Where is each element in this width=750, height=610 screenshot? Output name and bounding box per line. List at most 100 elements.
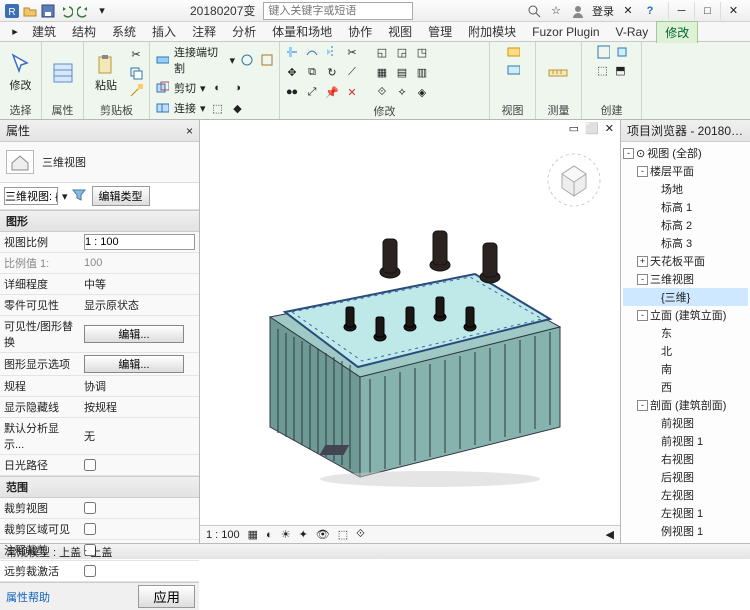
vp-restore-icon[interactable]: ▭ [569,122,579,136]
m5-icon[interactable]: ▤ [394,64,410,80]
login-button[interactable]: 登录 [592,3,614,19]
tree-item[interactable]: 后视图 [661,469,694,485]
tab-manage[interactable]: 管理 [420,21,460,42]
join-icon[interactable] [154,100,170,116]
tree-item[interactable]: 西 [661,379,672,395]
geom4-icon[interactable]: ◑ [230,80,246,96]
tree-item[interactable]: 场地 [661,181,683,197]
open-icon[interactable] [22,3,38,19]
tab-system[interactable]: 系统 [104,21,144,42]
vc4-icon[interactable]: ✦ [299,528,308,541]
canvas[interactable] [200,138,620,525]
offset-icon[interactable] [304,44,320,60]
view-scale-field[interactable] [84,234,195,250]
cope-icon[interactable] [154,52,170,68]
hide-icon[interactable] [505,44,521,60]
tab-view[interactable]: 视图 [380,21,420,42]
edit-type-button[interactable]: 编辑类型 [92,186,150,206]
pin-icon[interactable]: 📌 [324,84,340,100]
tree-item[interactable]: 前视图 1 [661,433,703,449]
m1-icon[interactable]: ◱ [374,44,390,60]
geom2-icon[interactable] [259,52,275,68]
view-selector[interactable] [4,187,58,205]
rotate-icon[interactable]: ↻ [324,64,340,80]
apply-button[interactable]: 应用 [138,585,195,608]
view2-icon[interactable] [505,62,521,78]
measure-button[interactable] [540,61,576,85]
dropdown-icon[interactable]: ▾ [62,190,68,203]
m7-icon[interactable]: ⟐ [374,84,390,100]
vc3-icon[interactable]: ☀ [281,528,291,541]
tab-collab[interactable]: 协作 [340,21,380,42]
trim-icon[interactable]: ⟋ [344,64,360,80]
m9-icon[interactable]: ◈ [414,84,430,100]
split-icon[interactable]: ✂ [344,44,360,60]
vc-nav-icon[interactable]: ◀ [606,528,614,541]
section-range[interactable]: 范围 [0,476,199,498]
tree-item[interactable]: 标高 2 [661,217,692,233]
tab-annotate[interactable]: 注释 [184,21,224,42]
analysis-field[interactable]: 无 [80,418,199,455]
communicate-icon[interactable]: ✕ [620,3,636,19]
far-clip-checkbox[interactable] [84,565,96,577]
geom1-icon[interactable] [239,52,255,68]
tab-fuzor[interactable]: Fuzor Plugin [524,23,607,41]
vp-maximize-icon[interactable]: ⬜ [585,122,599,136]
show-hidden-field[interactable]: 按规程 [80,397,199,418]
crop-view-checkbox[interactable] [84,502,96,514]
tab-mass[interactable]: 体量和场地 [264,21,340,42]
partvis-field[interactable]: 显示原状态 [80,295,199,316]
graphic-opt-button[interactable]: 编辑... [84,355,184,373]
geom6-icon[interactable]: ◆ [230,100,246,116]
tree-item[interactable]: 例视图 1 [661,523,703,539]
vc6-icon[interactable]: ⬚ [338,528,348,541]
copy2-icon[interactable]: ⧉ [304,64,320,80]
filter-icon[interactable] [72,188,88,204]
vc7-icon[interactable]: ⟐ [356,528,365,541]
vc2-icon[interactable]: ◐ [266,529,273,541]
vis-override-button[interactable]: 编辑... [84,325,184,343]
tree-item[interactable]: 南 [661,361,672,377]
delete-icon[interactable]: ✕ [344,84,360,100]
file-menu-icon[interactable]: ▸ [6,25,24,38]
tab-vray[interactable]: V-Ray [608,23,657,41]
tab-arch[interactable]: 建筑 [24,21,64,42]
create2-icon[interactable] [613,44,629,60]
tree-item[interactable]: 前视图 [661,415,694,431]
create3-icon[interactable]: ⬚ [595,62,611,78]
tree-item[interactable]: 北 [661,343,672,359]
properties-button[interactable] [46,61,79,85]
tab-struct[interactable]: 结构 [64,21,104,42]
m4-icon[interactable]: ▦ [374,64,390,80]
tab-modify[interactable]: 修改 [656,21,698,43]
sun-path-checkbox[interactable] [84,459,96,471]
tree-item[interactable]: 左视图 1 [661,505,703,521]
match-icon[interactable] [128,83,144,99]
tree-item[interactable]: 东 [661,325,672,341]
cut-icon[interactable]: ✂ [128,47,144,63]
properties-help-link[interactable]: 属性帮助 [0,587,134,607]
section-graphics[interactable]: 图形 [0,210,199,232]
expand-icon[interactable]: - [623,148,634,159]
properties-close-icon[interactable]: × [186,124,193,138]
discipline-field[interactable]: 协调 [80,376,199,397]
align-icon[interactable] [284,44,300,60]
type-preview-icon[interactable] [6,150,34,174]
paste-button[interactable]: 粘贴 [88,53,124,93]
scale-icon[interactable]: ⤢ [304,84,320,100]
geom3-icon[interactable]: ◐ [210,80,226,96]
chevron-down-icon[interactable]: ▾ [94,3,110,19]
favorite-icon[interactable]: ☆ [548,3,564,19]
search-input[interactable] [263,2,413,20]
tree-item[interactable]: 标高 3 [661,235,692,251]
tree-item[interactable]: 左视图 [661,487,694,503]
mirror-icon[interactable] [324,44,340,60]
search-go-icon[interactable] [526,3,542,19]
vc1-icon[interactable]: ▦ [248,528,258,541]
m8-icon[interactable]: ⟡ [394,84,410,100]
tab-addins[interactable]: 附加模块 [460,21,524,42]
close-button[interactable]: ✕ [720,2,746,20]
tree-item[interactable]: 右视图 [661,451,694,467]
redo-icon[interactable] [76,3,92,19]
save-icon[interactable] [40,3,56,19]
